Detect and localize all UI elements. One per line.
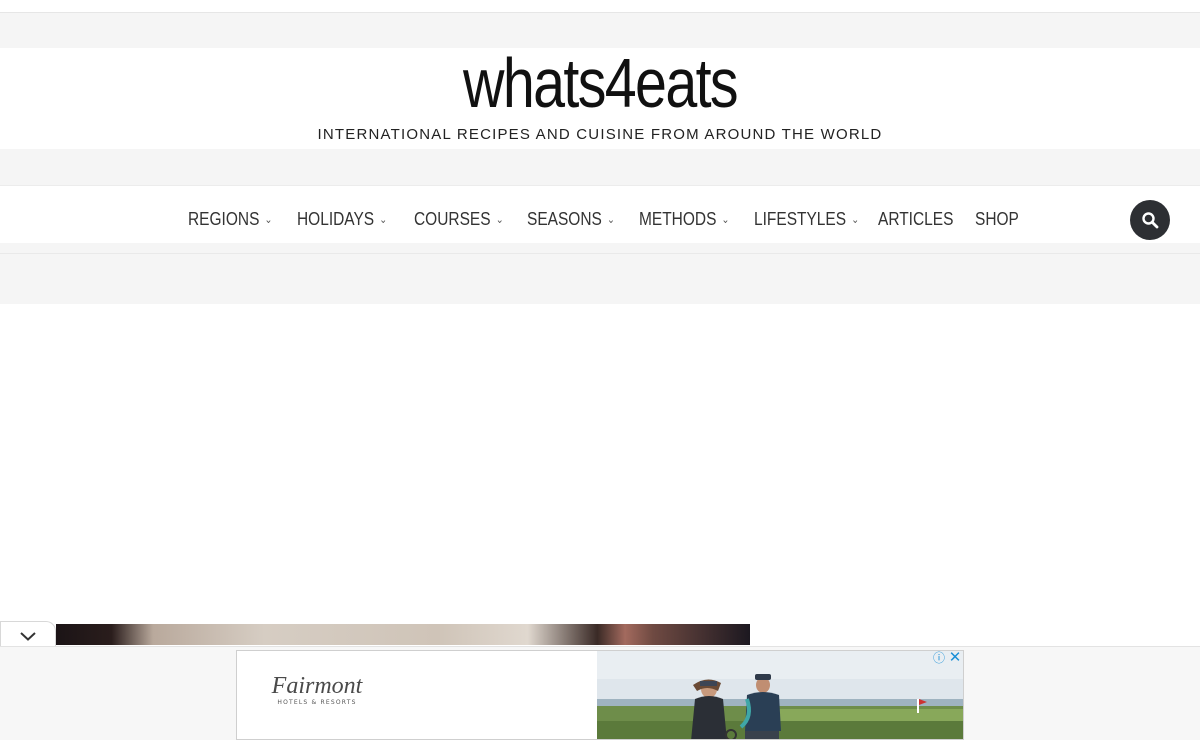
site-title[interactable]: whats4eats [108, 38, 1092, 128]
nav-item-label: REGIONS [188, 208, 260, 229]
nav-item-label: SEASONS [527, 208, 602, 229]
nav-item-label: METHODS [639, 208, 717, 229]
chevron-down-icon: ⌄ [264, 213, 273, 226]
ad-brand-name: Fairmont [271, 673, 363, 699]
collapse-ad-button[interactable] [0, 621, 56, 649]
ad-photo [597, 651, 963, 739]
nav-item-courses[interactable]: COURSES ⌄ [414, 207, 504, 231]
chevron-down-icon: ⌄ [851, 213, 860, 226]
chevron-down-icon: ⌄ [607, 213, 615, 226]
nav-item-label: ARTICLES [878, 208, 954, 229]
nav-item-regions[interactable]: REGIONS ⌄ [188, 207, 272, 231]
chevron-down-icon: ⌄ [495, 213, 504, 226]
ad-brand-subtitle: HOTELS & RESORTS [277, 699, 357, 706]
search-button[interactable] [1130, 200, 1170, 240]
nav-item-holidays[interactable]: HOLIDAYS ⌄ [297, 207, 387, 231]
header-bottom-band [0, 149, 1200, 185]
nav-item-lifestyles[interactable]: LIFESTYLES ⌄ [754, 207, 859, 231]
nav-item-articles[interactable]: ARTICLES [878, 207, 953, 231]
nav-item-shop[interactable]: SHOP [975, 207, 1019, 231]
ad-brand-logo: Fairmont HOTELS & RESORTS [267, 673, 367, 706]
nav-item-label: COURSES [414, 208, 491, 229]
main-navigation: REGIONS ⌄ HOLIDAYS ⌄ COURSES ⌄ SEASONS ⌄… [0, 195, 1200, 243]
nav-item-label: LIFESTYLES [754, 208, 847, 229]
ad-close-icon[interactable]: ✕ [948, 650, 962, 665]
ad-banner[interactable]: Fairmont HOTELS & RESORTS [236, 650, 964, 740]
below-nav-divider [0, 253, 1200, 254]
featured-image [56, 624, 750, 645]
chevron-down-icon: ⌄ [721, 213, 730, 226]
chevron-down-icon [20, 631, 36, 641]
nav-item-seasons[interactable]: SEASONS ⌄ [527, 207, 615, 231]
ad-info-icon[interactable]: ⓘ [932, 651, 946, 665]
site-tagline: INTERNATIONAL RECIPES AND CUISINE FROM A… [317, 126, 883, 143]
nav-item-label: HOLIDAYS [297, 208, 375, 229]
chevron-down-icon: ⌄ [379, 213, 388, 226]
search-icon [1142, 212, 1159, 229]
nav-item-label: SHOP [975, 208, 1019, 229]
nav-item-methods[interactable]: METHODS ⌄ [639, 207, 729, 231]
nav-top-divider [0, 185, 1200, 186]
